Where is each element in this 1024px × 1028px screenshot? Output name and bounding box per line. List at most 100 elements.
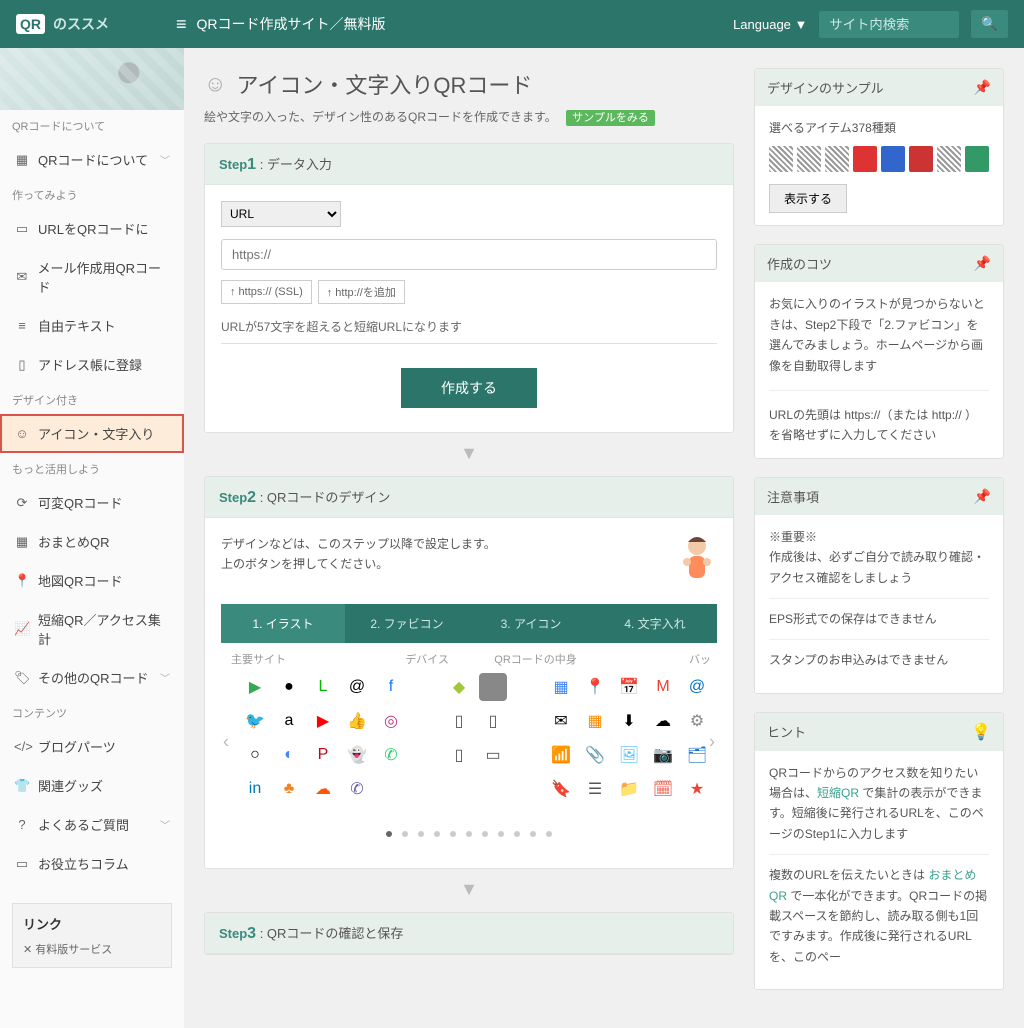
brand-icon[interactable]: ⬇ — [615, 707, 643, 735]
brand-icon[interactable]: ◆ — [445, 673, 473, 701]
dot[interactable] — [498, 831, 504, 837]
dot[interactable] — [402, 831, 408, 837]
sidebar-item-text[interactable]: ≡自由テキスト — [0, 306, 184, 345]
dot[interactable] — [530, 831, 536, 837]
carousel-next[interactable]: › — [709, 732, 715, 753]
sample-button[interactable]: サンプルをみる — [566, 110, 655, 126]
brand-icon[interactable]: f — [377, 673, 405, 701]
brand-icon[interactable]: 📶 — [547, 741, 575, 769]
brand-icon[interactable]: ⚙ — [683, 707, 711, 735]
brand-icon[interactable]: ▯ — [445, 707, 473, 735]
qr-thumb[interactable] — [769, 146, 793, 172]
dot[interactable] — [386, 831, 392, 837]
brand-icon[interactable]: ☁ — [649, 707, 677, 735]
brand-icon[interactable]: ▯ — [479, 707, 507, 735]
brand-icon[interactable]: ▦ — [547, 673, 575, 701]
sidebar-item-goods[interactable]: 👕関連グッズ — [0, 766, 184, 805]
qr-thumb[interactable] — [965, 146, 989, 172]
brand-icon[interactable]: a — [275, 707, 303, 735]
create-button[interactable]: 作成する — [401, 368, 537, 408]
brand-icon[interactable]: ◐ — [275, 741, 303, 769]
chip-http[interactable]: ↑ http://を追加 — [318, 280, 405, 304]
qr-thumb[interactable] — [881, 146, 905, 172]
brand-icon[interactable]: P — [309, 741, 337, 769]
dot[interactable] — [450, 831, 456, 837]
brand-icon[interactable]: 👻 — [343, 741, 371, 769]
brand-icon[interactable]: ▶ — [241, 673, 269, 701]
dot[interactable] — [546, 831, 552, 837]
dot[interactable] — [434, 831, 440, 837]
brand-icon[interactable]: 🐦 — [241, 707, 269, 735]
brand-icon[interactable]: ● — [275, 673, 303, 701]
brand-icon[interactable]: ✆ — [343, 775, 371, 803]
brand-icon[interactable]: ▶ — [309, 707, 337, 735]
tab-icon[interactable]: 3. アイコン — [469, 604, 593, 643]
brand-icon[interactable]: 🗂 — [683, 741, 711, 769]
dot[interactable] — [466, 831, 472, 837]
brand-icon[interactable]: L — [309, 673, 337, 701]
dot[interactable] — [514, 831, 520, 837]
pin-icon[interactable]: 📌 — [974, 255, 991, 272]
tab-text[interactable]: 4. 文字入れ — [593, 604, 717, 643]
brand-icon[interactable]: 📁 — [615, 775, 643, 803]
qr-thumb[interactable] — [937, 146, 961, 172]
sidebar-item-map[interactable]: 📍地図QRコード — [0, 561, 184, 600]
linkbox-item[interactable]: ✕ 有料版サービス — [23, 941, 161, 957]
dot[interactable] — [482, 831, 488, 837]
sidebar-item-batch[interactable]: ▦おまとめQR — [0, 522, 184, 561]
hamburger-icon[interactable]: ≡ — [176, 14, 187, 35]
language-dropdown[interactable]: Language ▼ — [733, 17, 807, 32]
brand-icon[interactable]: ▯ — [445, 741, 473, 769]
pin-icon[interactable]: 📌 — [974, 488, 991, 505]
brand-icon[interactable]: 📷 — [649, 741, 677, 769]
brand-icon[interactable]: ✉ — [547, 707, 575, 735]
tab-favicon[interactable]: 2. ファビコン — [345, 604, 469, 643]
url-input[interactable] — [221, 239, 717, 270]
brand-icon[interactable]: ▭ — [479, 741, 507, 769]
brand-icon[interactable]: ♣ — [275, 775, 303, 803]
brand-icon[interactable]: ▦ — [581, 707, 609, 735]
brand-icon[interactable]: ☰ — [581, 775, 609, 803]
sidebar-item-faq[interactable]: ?よくあるご質問﹀ — [0, 805, 184, 844]
brand-icon[interactable] — [479, 673, 507, 701]
qr-thumb[interactable] — [825, 146, 849, 172]
brand-icon[interactable]: @ — [343, 673, 371, 701]
pin-icon[interactable]: 📌 — [974, 79, 991, 96]
logo[interactable]: QR のススメ — [16, 14, 176, 34]
search-button[interactable]: 🔍 — [971, 10, 1008, 38]
search-input[interactable] — [819, 11, 959, 38]
qr-thumb[interactable] — [909, 146, 933, 172]
link-short-qr[interactable]: 短縮QR — [817, 786, 859, 800]
sidebar-item-mail[interactable]: ✉メール作成用QRコード — [0, 248, 184, 306]
brand-icon[interactable]: ✆ — [377, 741, 405, 769]
brand-icon[interactable]: 🖼 — [615, 741, 643, 769]
brand-icon[interactable]: ◎ — [377, 707, 405, 735]
brand-icon[interactable]: 👍 — [343, 707, 371, 735]
brand-icon[interactable]: ★ — [683, 775, 711, 803]
brand-icon[interactable]: 🗓 — [649, 775, 677, 803]
sidebar-item-short[interactable]: 📈短縮QR／アクセス集計 — [0, 600, 184, 658]
sidebar-item-address[interactable]: ▯アドレス帳に登録 — [0, 345, 184, 384]
sidebar-item-variable[interactable]: ⟳可変QRコード — [0, 483, 184, 522]
carousel-prev[interactable]: ‹ — [223, 732, 229, 753]
brand-icon[interactable]: 🔖 — [547, 775, 575, 803]
sidebar-item-other[interactable]: 🏷その他のQRコード﹀ — [0, 658, 184, 697]
sidebar-item-url[interactable]: ▭URLをQRコードに — [0, 209, 184, 248]
brand-icon[interactable]: @ — [683, 673, 711, 701]
brand-icon[interactable]: 📎 — [581, 741, 609, 769]
qr-thumb[interactable] — [797, 146, 821, 172]
brand-icon[interactable]: ○ — [241, 741, 269, 769]
brand-icon[interactable]: 📍 — [581, 673, 609, 701]
chip-https[interactable]: ↑ https:// (SSL) — [221, 280, 312, 304]
data-type-select[interactable]: URL — [221, 201, 341, 227]
sidebar-item-blog[interactable]: </>ブログパーツ — [0, 727, 184, 766]
brand-icon[interactable]: 📅 — [615, 673, 643, 701]
sidebar-item-column[interactable]: ▭お役立ちコラム — [0, 844, 184, 883]
qr-thumb[interactable] — [853, 146, 877, 172]
brand-icon[interactable]: ☁ — [309, 775, 337, 803]
brand-icon[interactable]: in — [241, 775, 269, 803]
brand-icon[interactable]: M — [649, 673, 677, 701]
sidebar-item-icon[interactable]: ☺アイコン・文字入り — [0, 414, 184, 453]
show-button[interactable]: 表示する — [769, 184, 847, 213]
sidebar-item-about[interactable]: ▦QRコードについて﹀ — [0, 140, 184, 179]
